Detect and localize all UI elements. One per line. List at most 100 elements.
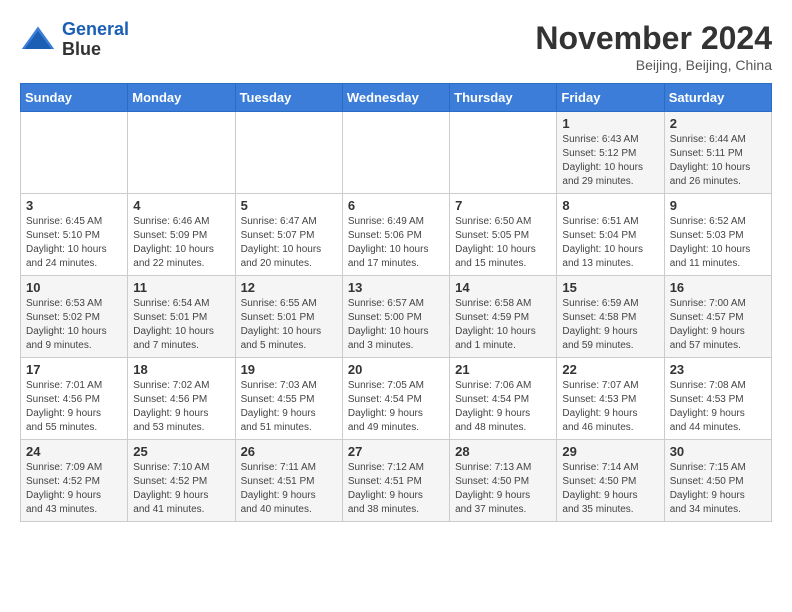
calendar-cell: 10Sunrise: 6:53 AM Sunset: 5:02 PM Dayli… [21,276,128,358]
day-info: Sunrise: 6:47 AM Sunset: 5:07 PM Dayligh… [241,215,337,271]
day-number: 20 [348,362,444,377]
weekday-header-row: SundayMondayTuesdayWednesdayThursdayFrid… [21,84,772,112]
day-number: 10 [26,280,122,295]
day-number: 28 [455,444,551,459]
day-number: 6 [348,198,444,213]
logo-icon [20,22,56,58]
calendar-cell: 20 Sunrise: 7:05 AM Sunset: 4:54 PM Dayli… [342,358,449,440]
day-info: Sunrise: 7:02 AM Sunset: 4:56 PM Dayligh… [133,379,229,435]
weekday-header-thursday: Thursday [450,84,557,112]
day-info: Sunrise: 7:03 AM Sunset: 4:55 PM Dayligh… [241,379,337,435]
calendar-cell: 19 Sunrise: 7:03 AM Sunset: 4:55 PM Dayli… [235,358,342,440]
day-info: Sunrise: 7:06 AM Sunset: 4:54 PM Dayligh… [455,379,551,435]
calendar-cell: 1 Sunrise: 6:43 AM Sunset: 5:12 PM Daylig… [557,112,664,194]
calendar-cell: 24Sunrise: 7:09 AM Sunset: 4:52 PM Dayli… [21,440,128,522]
day-number: 26 [241,444,337,459]
day-info: Sunrise: 6:46 AM Sunset: 5:09 PM Dayligh… [133,215,229,271]
day-info: Sunrise: 6:50 AM Sunset: 5:05 PM Dayligh… [455,215,551,271]
day-number: 25 [133,444,229,459]
title-block: November 2024 Beijing, Beijing, China [535,20,772,73]
calendar-cell: 12 Sunrise: 6:55 AM Sunset: 5:01 PM Dayli… [235,276,342,358]
day-info: Sunrise: 7:08 AM Sunset: 4:53 PM Dayligh… [670,379,766,435]
calendar-cell: 22 Sunrise: 7:07 AM Sunset: 4:53 PM Dayli… [557,358,664,440]
day-info: Sunrise: 6:57 AM Sunset: 5:00 PM Dayligh… [348,297,444,353]
day-info: Sunrise: 6:43 AM Sunset: 5:12 PM Dayligh… [562,133,658,189]
day-number: 19 [241,362,337,377]
day-info: Sunrise: 7:10 AM Sunset: 4:52 PM Dayligh… [133,461,229,517]
week-row-5: 24Sunrise: 7:09 AM Sunset: 4:52 PM Dayli… [21,440,772,522]
day-number: 27 [348,444,444,459]
day-number: 13 [348,280,444,295]
day-number: 17 [26,362,122,377]
week-row-2: 3 Sunrise: 6:45 AM Sunset: 5:10 PM Daylig… [21,194,772,276]
day-info: Sunrise: 7:09 AM Sunset: 4:52 PM Dayligh… [26,461,122,517]
logo-text: General Blue [62,20,129,60]
calendar-cell: 30 Sunrise: 7:15 AM Sunset: 4:50 PM Dayli… [664,440,771,522]
calendar-cell: 11 Sunrise: 6:54 AM Sunset: 5:01 PM Dayli… [128,276,235,358]
calendar-cell: 17 Sunrise: 7:01 AM Sunset: 4:56 PM Dayli… [21,358,128,440]
day-info: Sunrise: 6:49 AM Sunset: 5:06 PM Dayligh… [348,215,444,271]
calendar-cell [235,112,342,194]
calendar-cell [450,112,557,194]
weekday-header-friday: Friday [557,84,664,112]
day-info: Sunrise: 6:55 AM Sunset: 5:01 PM Dayligh… [241,297,337,353]
calendar-cell: 21Sunrise: 7:06 AM Sunset: 4:54 PM Dayli… [450,358,557,440]
logo: General Blue [20,20,129,60]
calendar-cell: 8Sunrise: 6:51 AM Sunset: 5:04 PM Daylig… [557,194,664,276]
day-number: 16 [670,280,766,295]
day-info: Sunrise: 6:52 AM Sunset: 5:03 PM Dayligh… [670,215,766,271]
calendar-cell: 16 Sunrise: 7:00 AM Sunset: 4:57 PM Dayli… [664,276,771,358]
calendar-cell [128,112,235,194]
calendar-cell: 2 Sunrise: 6:44 AM Sunset: 5:11 PM Daylig… [664,112,771,194]
month-title: November 2024 [535,20,772,57]
week-row-3: 10Sunrise: 6:53 AM Sunset: 5:02 PM Dayli… [21,276,772,358]
day-info: Sunrise: 6:59 AM Sunset: 4:58 PM Dayligh… [562,297,658,353]
day-info: Sunrise: 7:00 AM Sunset: 4:57 PM Dayligh… [670,297,766,353]
day-number: 2 [670,116,766,131]
day-number: 30 [670,444,766,459]
calendar-cell: 29 Sunrise: 7:14 AM Sunset: 4:50 PM Dayli… [557,440,664,522]
day-info: Sunrise: 7:14 AM Sunset: 4:50 PM Dayligh… [562,461,658,517]
day-number: 29 [562,444,658,459]
day-number: 3 [26,198,122,213]
calendar-cell [342,112,449,194]
calendar-cell: 25 Sunrise: 7:10 AM Sunset: 4:52 PM Dayli… [128,440,235,522]
page-header: General Blue November 2024 Beijing, Beij… [20,20,772,73]
day-number: 15 [562,280,658,295]
calendar-cell: 28 Sunrise: 7:13 AM Sunset: 4:50 PM Dayli… [450,440,557,522]
day-number: 12 [241,280,337,295]
day-info: Sunrise: 7:01 AM Sunset: 4:56 PM Dayligh… [26,379,122,435]
day-info: Sunrise: 7:12 AM Sunset: 4:51 PM Dayligh… [348,461,444,517]
day-number: 9 [670,198,766,213]
day-number: 7 [455,198,551,213]
day-info: Sunrise: 7:13 AM Sunset: 4:50 PM Dayligh… [455,461,551,517]
calendar-table: SundayMondayTuesdayWednesdayThursdayFrid… [20,83,772,522]
weekday-header-saturday: Saturday [664,84,771,112]
calendar-cell: 15 Sunrise: 6:59 AM Sunset: 4:58 PM Dayli… [557,276,664,358]
day-number: 22 [562,362,658,377]
day-info: Sunrise: 6:45 AM Sunset: 5:10 PM Dayligh… [26,215,122,271]
weekday-header-sunday: Sunday [21,84,128,112]
day-number: 11 [133,280,229,295]
weekday-header-tuesday: Tuesday [235,84,342,112]
day-info: Sunrise: 6:44 AM Sunset: 5:11 PM Dayligh… [670,133,766,189]
calendar-cell: 27 Sunrise: 7:12 AM Sunset: 4:51 PM Dayli… [342,440,449,522]
day-info: Sunrise: 7:05 AM Sunset: 4:54 PM Dayligh… [348,379,444,435]
location-subtitle: Beijing, Beijing, China [535,57,772,73]
calendar-cell: 5Sunrise: 6:47 AM Sunset: 5:07 PM Daylig… [235,194,342,276]
day-info: Sunrise: 7:07 AM Sunset: 4:53 PM Dayligh… [562,379,658,435]
weekday-header-wednesday: Wednesday [342,84,449,112]
day-number: 1 [562,116,658,131]
weekday-header-monday: Monday [128,84,235,112]
calendar-cell: 14Sunrise: 6:58 AM Sunset: 4:59 PM Dayli… [450,276,557,358]
day-number: 18 [133,362,229,377]
calendar-cell: 7 Sunrise: 6:50 AM Sunset: 5:05 PM Daylig… [450,194,557,276]
day-info: Sunrise: 7:15 AM Sunset: 4:50 PM Dayligh… [670,461,766,517]
calendar-cell: 26Sunrise: 7:11 AM Sunset: 4:51 PM Dayli… [235,440,342,522]
day-number: 23 [670,362,766,377]
calendar-cell: 23 Sunrise: 7:08 AM Sunset: 4:53 PM Dayli… [664,358,771,440]
calendar-cell: 13 Sunrise: 6:57 AM Sunset: 5:00 PM Dayli… [342,276,449,358]
day-info: Sunrise: 6:54 AM Sunset: 5:01 PM Dayligh… [133,297,229,353]
calendar-cell: 4Sunrise: 6:46 AM Sunset: 5:09 PM Daylig… [128,194,235,276]
day-info: Sunrise: 6:51 AM Sunset: 5:04 PM Dayligh… [562,215,658,271]
